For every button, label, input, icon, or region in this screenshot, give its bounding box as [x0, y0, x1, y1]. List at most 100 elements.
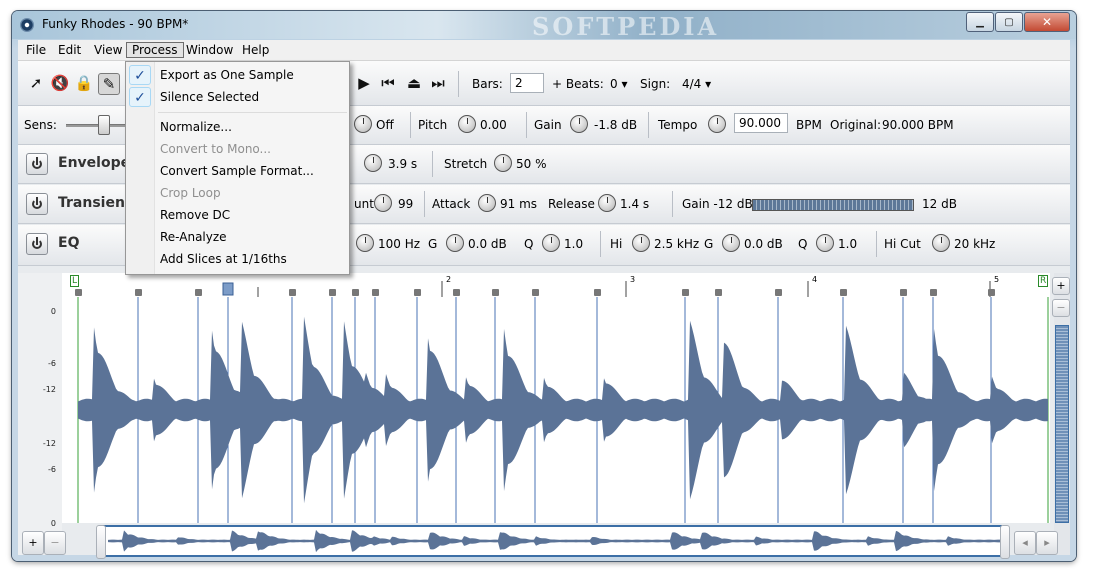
envelope-power-icon[interactable] [26, 153, 48, 175]
transient-gain-max: 12 dB [922, 197, 957, 211]
close-button[interactable]: ✕ [1024, 12, 1070, 32]
eq-hi-freq-knob[interactable] [632, 234, 650, 252]
maximize-button[interactable]: ▢ [995, 12, 1023, 32]
stretch-value: 50 % [516, 157, 547, 171]
menu-item-add-slices[interactable]: Add Slices at 1/16ths [160, 252, 287, 266]
sens-slider-thumb[interactable] [98, 115, 110, 135]
eq-lo-q-knob[interactable] [542, 234, 560, 252]
attack-value: 91 ms [500, 197, 538, 211]
gain-knob[interactable] [570, 115, 588, 133]
app-logo-icon [20, 18, 34, 32]
watermark: SOFTPEDIA [532, 12, 720, 41]
overview-strip[interactable] [102, 525, 1002, 557]
zoom-out-button[interactable]: − [44, 531, 66, 555]
menu-window[interactable]: Window [180, 42, 239, 58]
stretch-label: Stretch [444, 157, 488, 171]
chevron-down-icon: ▾ [705, 77, 712, 91]
sens-label: Sens: [24, 118, 57, 132]
timeline-ruler[interactable]: L 2 3 4 5 R [62, 273, 1050, 298]
mute-icon[interactable]: 🔇 [50, 73, 70, 93]
sign-label: Sign: [640, 77, 671, 91]
pointer-icon[interactable]: ➚ [26, 73, 46, 93]
tempo-input[interactable]: 90.000 [734, 113, 788, 133]
gain-value: -1.8 dB [594, 118, 638, 132]
skip-back-icon[interactable]: ⏮ [378, 73, 398, 93]
menu-item-convert-format[interactable]: Convert Sample Format... [160, 164, 314, 178]
waveform-area: 0 -6 -12 -12 -6 0 + − L 2 3 4 5 R + − ◂ … [18, 273, 1070, 559]
overview-right-handle[interactable] [1000, 525, 1010, 559]
eq-lo-gain: 0.0 dB [468, 237, 507, 251]
overview-left-handle[interactable] [96, 525, 106, 559]
bars-input[interactable]: 2 [510, 73, 544, 93]
window-title: Funky Rhodes - 90 BPM* [42, 17, 189, 31]
skip-forward-icon[interactable]: ⏭ [428, 73, 448, 93]
amplitude-axis: 0 -6 -12 -12 -6 0 + − [18, 273, 66, 555]
attack-knob[interactable] [478, 194, 496, 212]
eq-lo-freq-knob[interactable] [356, 234, 374, 252]
menu-edit[interactable]: Edit [52, 42, 87, 58]
transient-power-icon[interactable] [26, 193, 48, 215]
menu-file[interactable]: File [20, 42, 52, 58]
hicut-knob[interactable] [932, 234, 950, 252]
off-label: Off [376, 118, 394, 132]
menu-process[interactable]: Process [126, 42, 184, 58]
envelope-time-knob[interactable] [364, 154, 382, 172]
eq-power-icon[interactable] [26, 233, 48, 255]
count-knob[interactable] [374, 194, 392, 212]
tempo-knob[interactable] [708, 115, 726, 133]
tempo-label: Tempo [658, 118, 698, 132]
check-icon: ✓ [129, 87, 151, 107]
release-knob[interactable] [598, 194, 616, 212]
eq-title: EQ [58, 235, 80, 251]
eject-icon[interactable]: ⏏ [404, 73, 424, 93]
eq-hi-g-label: G [704, 237, 714, 251]
process-menu-dropdown: ✓ Export as One Sample ✓ Silence Selecte… [125, 61, 350, 275]
menu-item-normalize[interactable]: Normalize... [160, 120, 232, 134]
menu-item-crop-loop: Crop Loop [160, 186, 221, 200]
count-label: unt [354, 197, 374, 211]
lock-icon[interactable]: 🔒 [74, 73, 94, 93]
menu-item-convert-mono: Convert to Mono... [160, 142, 271, 156]
play-icon[interactable]: ▶ [354, 73, 374, 93]
vertical-zoom-slider[interactable] [1055, 325, 1069, 523]
count-value: 99 [398, 197, 414, 211]
off-knob[interactable] [354, 115, 372, 133]
pencil-icon[interactable]: ✎ [98, 73, 120, 95]
eq-hi-label: Hi [610, 237, 623, 251]
amp-label: -12 [42, 385, 56, 394]
original-value: 90.000 BPM [882, 118, 954, 132]
original-label: Original: [830, 118, 881, 132]
eq-lo-g-label: G [428, 237, 438, 251]
stretch-knob[interactable] [494, 154, 512, 172]
eq-lo-gain-knob[interactable] [446, 234, 464, 252]
transient-gain-meter[interactable] [752, 199, 914, 211]
menu-view[interactable]: View [88, 42, 128, 58]
vertical-zoom-bar: + − [1052, 273, 1070, 555]
pitch-knob[interactable] [458, 115, 476, 133]
menu-item-re-analyze[interactable]: Re-Analyze [160, 230, 227, 244]
menu-help[interactable]: Help [236, 42, 275, 58]
zoom-out-icon[interactable]: − [1052, 299, 1070, 317]
beats-select[interactable]: 0 ▾ [610, 77, 628, 91]
zoom-in-icon[interactable]: + [1052, 277, 1070, 295]
scroll-left-button[interactable]: ◂ [1014, 531, 1036, 555]
menu-item-remove-dc[interactable]: Remove DC [160, 208, 230, 222]
check-icon: ✓ [129, 65, 151, 85]
amp-label: 0 [50, 307, 56, 316]
hicut-value: 20 kHz [954, 237, 996, 251]
scroll-right-button[interactable]: ▸ [1036, 531, 1058, 555]
menu-item-silence-selected[interactable]: Silence Selected [160, 90, 259, 104]
pitch-value: 0.00 [480, 118, 507, 132]
waveform-display[interactable] [62, 297, 1050, 523]
amp-label: 0 [50, 519, 56, 528]
eq-hi-freq: 2.5 kHz [654, 237, 700, 251]
eq-hi-gain: 0.0 dB [744, 237, 783, 251]
menu-item-export-one-sample[interactable]: Export as One Sample [160, 68, 294, 82]
amp-label: -6 [48, 465, 56, 474]
menu-bar: File Edit View Process Window Help [18, 40, 1070, 61]
eq-hi-q-knob[interactable] [816, 234, 834, 252]
zoom-in-button[interactable]: + [22, 531, 44, 555]
minimize-button[interactable]: ▁ [966, 12, 994, 32]
eq-hi-gain-knob[interactable] [722, 234, 740, 252]
sign-select[interactable]: 4/4 ▾ [682, 77, 711, 91]
